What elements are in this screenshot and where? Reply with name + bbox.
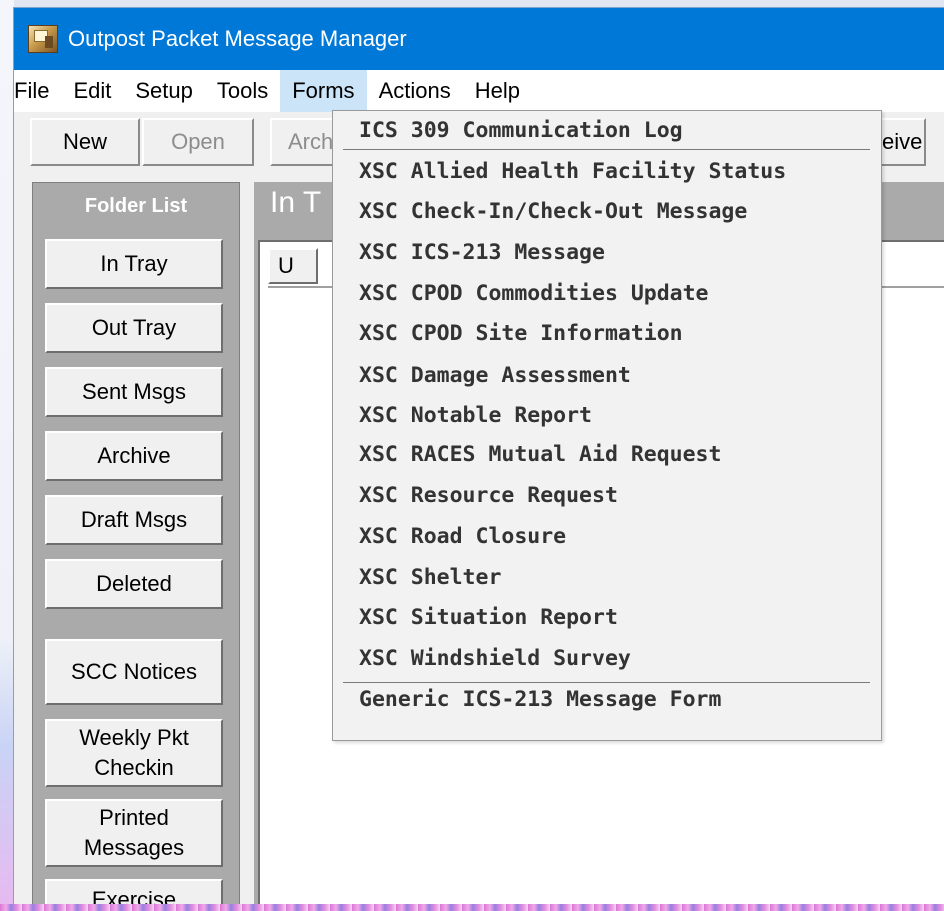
desktop-background: [0, 0, 14, 911]
forms-menu-item-xsc-ics-213[interactable]: XSC ICS-213 Message: [359, 239, 605, 267]
menu-actions[interactable]: Actions: [367, 70, 463, 112]
column-header-unread[interactable]: U: [268, 248, 318, 284]
folder-list-title: Folder List: [84, 195, 188, 217]
forms-menu-item-shelter[interactable]: XSC Shelter: [359, 564, 501, 592]
folder-sent-msgs[interactable]: Sent Msgs: [45, 367, 223, 417]
open-button[interactable]: Open: [142, 118, 254, 166]
menu-forms[interactable]: Forms: [280, 70, 367, 112]
folder-archive[interactable]: Archive: [45, 431, 223, 481]
forms-menu-item-notable-report[interactable]: XSC Notable Report: [359, 402, 592, 430]
forms-menu-item-windshield-survey[interactable]: XSC Windshield Survey: [359, 645, 631, 673]
folder-printed-messages[interactable]: Printed Messages: [45, 799, 223, 867]
folder-draft-msgs[interactable]: Draft Msgs: [45, 495, 223, 545]
new-button[interactable]: New: [30, 118, 140, 166]
desktop-background-strip: [0, 904, 944, 911]
window-title: Outpost Packet Message Manager: [68, 26, 407, 51]
folder-deleted[interactable]: Deleted: [45, 559, 223, 609]
forms-menu-item-cpod-commodities[interactable]: XSC CPOD Commodities Update: [359, 280, 709, 308]
menu-edit[interactable]: Edit: [61, 70, 123, 112]
folder-weekly-pkt-checkin[interactable]: Weekly Pkt Checkin: [45, 719, 223, 787]
menu-setup[interactable]: Setup: [123, 70, 205, 112]
folder-list-panel: Folder List In Tray Out Tray Sent Msgs A…: [32, 182, 240, 911]
forms-menu-item-damage-assessment[interactable]: XSC Damage Assessment: [359, 362, 631, 390]
menu-bar: File Edit Setup Tools Forms Actions Help: [14, 70, 944, 112]
forms-menu-item-resource-request[interactable]: XSC Resource Request: [359, 482, 618, 510]
forms-menu-item-situation-report[interactable]: XSC Situation Report: [359, 604, 618, 632]
menu-file[interactable]: File: [14, 70, 61, 112]
forms-dropdown-menu: ICS 309 Communication Log XSC Allied Hea…: [332, 110, 882, 741]
forms-menu-item-generic-ics-213[interactable]: Generic ICS-213 Message Form: [359, 686, 721, 714]
forms-menu-item-check-in-out[interactable]: XSC Check-In/Check-Out Message: [359, 198, 747, 226]
forms-menu-item-races-mutual-aid[interactable]: XSC RACES Mutual Aid Request: [359, 441, 721, 469]
menu-help[interactable]: Help: [463, 70, 532, 112]
title-bar[interactable]: Outpost Packet Message Manager: [14, 8, 944, 70]
menu-separator: [343, 682, 870, 683]
folder-out-tray[interactable]: Out Tray: [45, 303, 223, 353]
forms-menu-item-allied-health[interactable]: XSC Allied Health Facility Status: [359, 158, 786, 186]
app-icon[interactable]: [28, 25, 58, 53]
folder-heading: In T: [270, 186, 322, 219]
menu-tools[interactable]: Tools: [205, 70, 280, 112]
folder-in-tray[interactable]: In Tray: [45, 239, 223, 289]
forms-menu-item-cpod-site[interactable]: XSC CPOD Site Information: [359, 320, 683, 348]
folder-scc-notices[interactable]: SCC Notices: [45, 639, 223, 705]
forms-menu-item-ics-309[interactable]: ICS 309 Communication Log: [359, 117, 683, 145]
forms-menu-item-road-closure[interactable]: XSC Road Closure: [359, 523, 566, 551]
menu-separator: [343, 149, 870, 150]
